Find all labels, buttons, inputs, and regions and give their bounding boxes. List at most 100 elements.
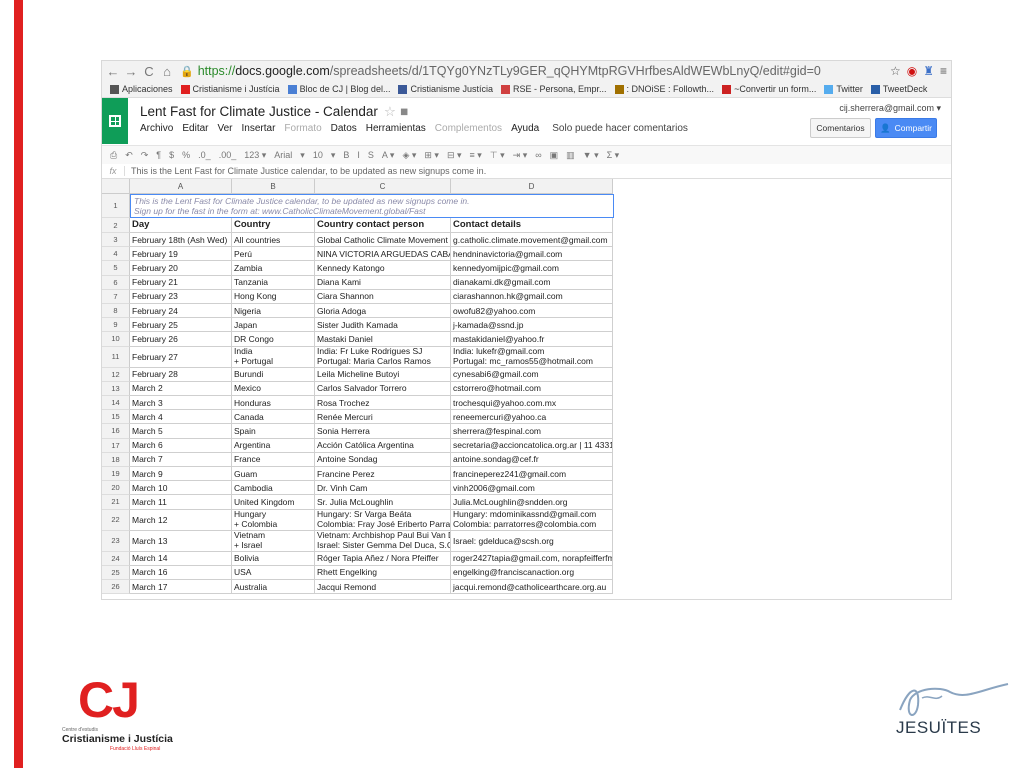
row-header[interactable]: 5 — [102, 261, 130, 276]
back-icon[interactable]: ← — [106, 64, 120, 79]
toolbar-item[interactable]: ⎙ — [110, 150, 117, 161]
row-header[interactable]: 26 — [102, 580, 130, 595]
toolbar-item[interactable]: ↶ — [125, 150, 133, 161]
table-cell[interactable]: Gloria Adoga — [315, 304, 451, 319]
toolbar-item[interactable]: ▾ — [331, 150, 336, 161]
comments-button[interactable]: Comentarios — [810, 118, 871, 138]
star-icon[interactable]: ☆ — [384, 104, 396, 119]
table-cell[interactable]: Honduras — [232, 396, 315, 411]
table-cell[interactable]: March 7 — [130, 452, 232, 467]
table-cell[interactable]: March 9 — [130, 467, 232, 482]
table-cell[interactable]: Hungary: Sr Varga Beáta Colombia: Fray J… — [315, 509, 451, 531]
menu-item[interactable]: Editar — [182, 123, 208, 134]
row-header[interactable]: 25 — [102, 565, 130, 580]
table-cell[interactable]: sherrera@fespinal.com — [451, 424, 613, 439]
table-cell[interactable]: March 5 — [130, 424, 232, 439]
table-cell[interactable]: February 23 — [130, 289, 232, 304]
table-cell[interactable]: Sister Judith Kamada — [315, 318, 451, 333]
table-cell[interactable]: jacqui.remond@catholicearthcare.org.au — [451, 580, 613, 595]
row-header[interactable]: 16 — [102, 424, 130, 439]
menu-item[interactable]: Formato — [284, 123, 321, 134]
bookmark-item[interactable]: Cristianisme i Justícia — [180, 84, 280, 94]
menu-item[interactable]: Ver — [217, 123, 232, 134]
table-cell[interactable]: Renée Mercuri — [315, 410, 451, 425]
share-button[interactable]: 👤 Compartir — [875, 118, 937, 138]
table-cell[interactable]: Bolivia — [232, 551, 315, 566]
toolbar-item[interactable]: B — [343, 150, 349, 160]
row-header[interactable]: 6 — [102, 275, 130, 290]
table-cell[interactable]: Vietnam + Israel — [232, 530, 315, 552]
toolbar-item[interactable]: ¶ — [156, 150, 161, 160]
toolbar-item[interactable]: ▼ ▾ — [583, 150, 599, 161]
folder-icon[interactable]: ■ — [400, 104, 408, 119]
header-cell[interactable]: Day — [130, 218, 232, 233]
table-cell[interactable]: March 13 — [130, 530, 232, 552]
menu-item[interactable]: Herramientas — [366, 123, 426, 134]
table-cell[interactable]: Carlos Salvador Torrero — [315, 381, 451, 396]
table-cell[interactable]: dianakami.dk@gmail.com — [451, 275, 613, 290]
table-cell[interactable]: All countries — [232, 233, 315, 248]
reload-icon[interactable]: C — [142, 64, 156, 79]
table-cell[interactable]: Hong Kong — [232, 289, 315, 304]
table-cell[interactable]: Mexico — [232, 381, 315, 396]
column-header[interactable]: D — [451, 179, 613, 194]
table-cell[interactable]: Spain — [232, 424, 315, 439]
table-cell[interactable]: France — [232, 452, 315, 467]
table-cell[interactable]: j-kamada@ssnd.jp — [451, 318, 613, 333]
table-cell[interactable]: March 2 — [130, 381, 232, 396]
menu-item[interactable]: Datos — [331, 123, 357, 134]
table-cell[interactable]: secretaria@accioncatolica.org.ar | 11 43… — [451, 438, 613, 453]
table-cell[interactable]: Vietnam: Archbishop Paul Bui Van Doc Isr… — [315, 530, 451, 552]
toolbar-item[interactable]: .00_ — [219, 150, 237, 160]
table-cell[interactable]: Sr. Julia McLoughlin — [315, 495, 451, 510]
bookmark-item[interactable]: TweetDeck — [870, 84, 927, 94]
table-cell[interactable]: ciarashannon.hk@gmail.com — [451, 289, 613, 304]
table-cell[interactable]: NINA VICTORIA ARGUEDAS CABALLERO — [315, 247, 451, 262]
table-cell[interactable]: February 25 — [130, 318, 232, 333]
table-cell[interactable]: March 14 — [130, 551, 232, 566]
column-header[interactable]: B — [232, 179, 315, 194]
toolbar-item[interactable]: ∞ — [535, 150, 541, 160]
toolbar-item[interactable]: .0_ — [198, 150, 211, 160]
table-cell[interactable]: Burundi — [232, 367, 315, 382]
row-header[interactable]: 1 — [102, 194, 130, 218]
toolbar-item[interactable]: ⊟ ▾ — [447, 150, 462, 161]
toolbar-item[interactable]: ⊤ ▾ — [490, 150, 505, 161]
table-cell[interactable]: India + Portugal — [232, 346, 315, 368]
row-header[interactable]: 13 — [102, 381, 130, 396]
table-cell[interactable]: Canada — [232, 410, 315, 425]
table-cell[interactable]: hendninavictoria@gmail.com — [451, 247, 613, 262]
table-cell[interactable]: Mastaki Daniel — [315, 332, 451, 347]
bookmark-item[interactable]: : DNOiSE : Followth... — [614, 84, 714, 94]
bookmark-item[interactable]: ~Convertir un form... — [722, 84, 816, 94]
table-cell[interactable]: USA — [232, 565, 315, 580]
table-cell[interactable]: March 4 — [130, 410, 232, 425]
row-header[interactable]: 12 — [102, 367, 130, 382]
table-cell[interactable]: antoine.sondag@cef.fr — [451, 452, 613, 467]
table-cell[interactable]: Perú — [232, 247, 315, 262]
toolbar-item[interactable]: 123 ▾ — [244, 150, 266, 161]
column-header[interactable]: C — [315, 179, 451, 194]
table-cell[interactable]: February 21 — [130, 275, 232, 290]
table-cell[interactable]: February 28 — [130, 367, 232, 382]
table-cell[interactable]: Róger Tapia Añez / Nora Pfeiffer — [315, 551, 451, 566]
toolbar-item[interactable]: ▣ — [550, 150, 559, 161]
toolbar-item[interactable]: ≡ ▾ — [470, 150, 482, 161]
row-header[interactable]: 9 — [102, 318, 130, 333]
extension-icon[interactable]: ♜ — [923, 64, 934, 78]
menu-item[interactable]: Ayuda — [511, 123, 539, 134]
row-header[interactable]: 20 — [102, 481, 130, 496]
toolbar-item[interactable]: ⇥ ▾ — [513, 150, 528, 161]
table-cell[interactable]: United Kingdom — [232, 495, 315, 510]
table-cell[interactable]: February 26 — [130, 332, 232, 347]
bookmark-item[interactable]: Cristianisme Justícia — [398, 84, 493, 94]
table-cell[interactable]: February 20 — [130, 261, 232, 276]
toolbar-item[interactable]: % — [182, 150, 190, 160]
table-cell[interactable]: Argentina — [232, 438, 315, 453]
table-cell[interactable]: vinh2006@gmail.com — [451, 481, 613, 496]
toolbar-item[interactable]: Arial — [274, 150, 292, 160]
menu-item[interactable]: Solo puede hacer comentarios — [552, 123, 688, 134]
row-header[interactable]: 11 — [102, 346, 130, 368]
row-header[interactable]: 2 — [102, 218, 130, 233]
table-cell[interactable]: Guam — [232, 467, 315, 482]
